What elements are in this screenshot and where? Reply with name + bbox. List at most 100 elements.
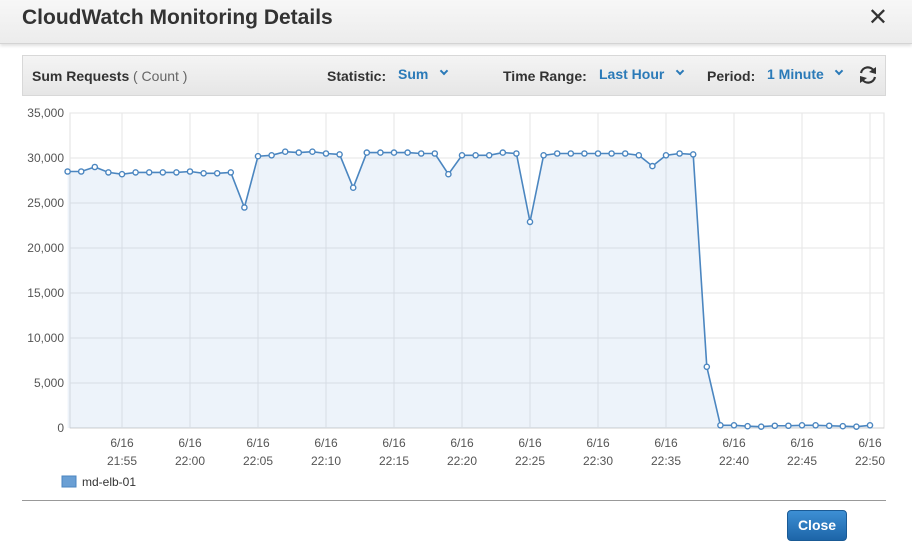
data-point [553,150,561,157]
data-point [254,152,262,160]
data-point [621,150,629,157]
refresh-icon[interactable] [857,64,879,86]
data-point [485,152,493,159]
metric-unit: ( Count ) [133,68,188,84]
data-point [200,170,207,177]
data-point [540,152,547,159]
data-point [744,422,751,430]
data-point [798,421,806,429]
x-tick-date: 6/16 [382,436,406,450]
chevron-down-icon[interactable] [675,66,685,76]
x-tick-time: 22:25 [515,454,545,468]
chart-area: 35,000 30,000 25,000 20,000 15,000 10,000 5,00… [0,100,912,500]
data-point [431,150,439,157]
y-tick-label: 25,000 [27,196,64,210]
x-tick-time: 22:40 [719,454,749,468]
data-point [526,218,534,226]
x-tick-date: 6/16 [790,436,814,450]
y-tick-label: 20,000 [27,241,64,255]
data-point [689,151,697,158]
data-point [567,150,575,157]
data-point [730,421,738,429]
data-point [676,150,683,157]
chevron-down-icon[interactable] [439,66,449,76]
data-point [363,149,371,156]
data-point [390,149,398,156]
period-label: Period: [707,68,756,84]
dialog-header: CloudWatch Monitoring Details ✕ [0,0,912,44]
y-tick-label: 0 [57,421,64,435]
data-point [717,421,724,429]
x-tick-date: 6/16 [654,436,678,450]
data-point [241,204,248,211]
x-tick-time: 22:50 [855,454,885,468]
x-tick-time: 22:30 [583,454,613,468]
data-point [825,422,833,430]
data-point [649,162,656,170]
data-point [594,150,602,157]
statistic-label: Statistic: [327,68,387,84]
data-point [812,421,819,429]
data-point [513,150,520,157]
data-point [839,422,847,430]
data-point [118,170,126,178]
data-point [91,163,99,171]
data-point [581,150,588,157]
x-tick-date: 6/16 [858,436,882,450]
x-tick-date: 6/16 [722,436,746,450]
data-point [309,148,316,156]
statistic-dropdown[interactable]: Sum [398,66,428,82]
metric-name: Sum Requests [32,68,130,84]
data-point [635,152,643,159]
x-tick-date: 6/16 [178,436,202,450]
data-point [281,148,289,156]
data-point [771,422,779,430]
data-point [132,169,139,176]
time-range-dropdown[interactable]: Last Hour [599,66,664,82]
x-tick-time: 22:35 [651,454,681,468]
legend-label: md-elb-01 [82,475,136,489]
line-chart: 35,000 30,000 25,000 20,000 15,000 10,000 5,00… [27,106,885,489]
data-point [458,152,466,159]
data-point [322,150,330,157]
close-icon[interactable]: ✕ [868,6,888,30]
data-point [268,152,275,159]
data-point [703,363,711,371]
data-point [472,152,479,159]
data-point [853,423,860,430]
data-point [866,421,874,429]
x-tick-time: 22:15 [379,454,409,468]
data-point [159,169,167,176]
x-tick-time: 22:45 [787,454,817,468]
data-point [336,151,343,158]
data-point [227,169,235,176]
x-tick-time: 21:55 [107,454,137,468]
y-tick-label: 15,000 [27,286,64,300]
data-point [64,168,71,175]
y-tick-label: 10,000 [27,331,64,345]
y-tick-label: 30,000 [27,151,64,165]
legend-swatch [61,475,77,488]
data-point [377,149,384,156]
data-point [662,152,670,159]
x-tick-date: 6/16 [246,436,270,450]
time-range-label: Time Range: [503,68,587,84]
y-tick-label: 5,000 [34,376,64,390]
data-point [77,168,85,175]
period-dropdown[interactable]: 1 Minute [767,66,824,82]
x-tick-time: 22:10 [311,454,341,468]
data-point [445,170,452,178]
data-point [757,423,765,430]
data-point [213,170,221,177]
chevron-down-icon[interactable] [834,66,844,76]
footer-divider [22,500,886,501]
metric-toolbar: Sum Requests ( Count ) Statistic: Sum Ti… [22,55,886,96]
dialog-title: CloudWatch Monitoring Details [22,6,333,29]
x-tick-date: 6/16 [314,436,338,450]
x-tick-date: 6/16 [586,436,610,450]
data-point [417,150,425,157]
data-point [105,169,112,176]
x-tick-date: 6/16 [110,436,134,450]
close-button[interactable]: Close [787,510,847,541]
x-tick-time: 22:00 [175,454,205,468]
